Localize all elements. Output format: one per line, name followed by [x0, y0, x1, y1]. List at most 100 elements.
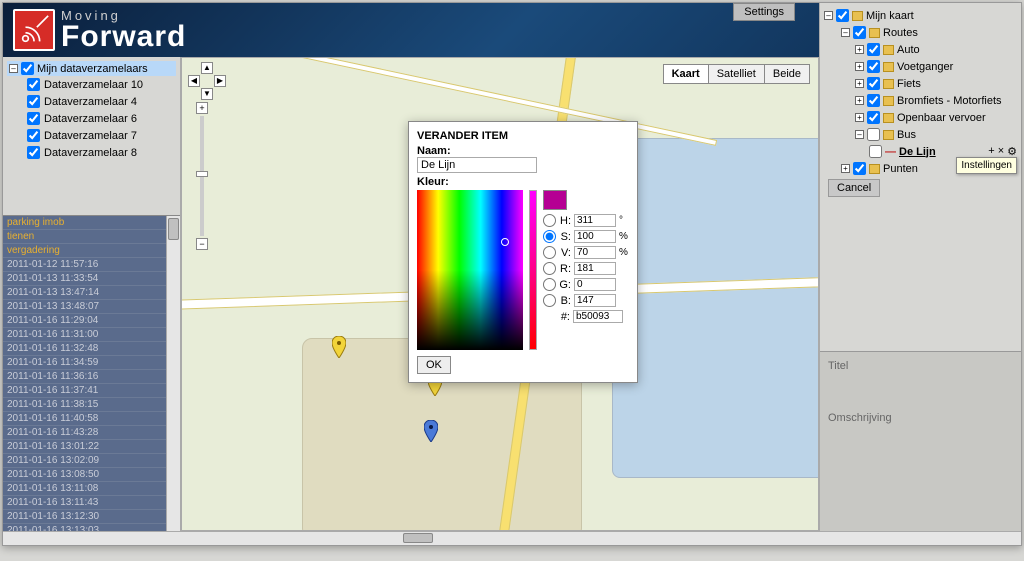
- spectrum-cursor-icon: [501, 238, 509, 246]
- input-b[interactable]: [574, 294, 616, 307]
- horizontal-scrollbar[interactable]: [3, 531, 1021, 545]
- collector-item[interactable]: Dataverzamelaar 7: [7, 127, 176, 144]
- map-type-kaart[interactable]: Kaart: [663, 64, 709, 84]
- trip-row[interactable]: 2011-01-12 11:57:16: [3, 258, 180, 272]
- map-pan-control: ▲ ▼ ◀ ▶: [188, 62, 226, 100]
- collector-item[interactable]: Dataverzamelaar 4: [7, 93, 176, 110]
- ok-button[interactable]: OK: [417, 356, 451, 374]
- map-type-satelliet[interactable]: Satelliet: [708, 64, 765, 84]
- input-r[interactable]: [574, 262, 616, 275]
- trip-row[interactable]: 2011-01-16 13:11:43: [3, 496, 180, 510]
- detail-panel: Titel Omschrijving: [820, 351, 1021, 531]
- trip-row[interactable]: 2011-01-16 11:36:16: [3, 370, 180, 384]
- trip-row[interactable]: 2011-01-13 13:47:14: [3, 286, 180, 300]
- zoom-out-button[interactable]: −: [196, 238, 208, 250]
- radio-b[interactable]: [543, 294, 556, 307]
- trip-row[interactable]: 2011-01-16 13:11:08: [3, 482, 180, 496]
- trip-row[interactable]: 2011-01-13 13:48:07: [3, 300, 180, 314]
- map-marker[interactable]: [332, 336, 346, 358]
- folder-icon: [883, 96, 894, 106]
- layer-routes[interactable]: –Routes: [824, 24, 1017, 41]
- detail-desc-label: Omschrijving: [828, 412, 1013, 424]
- radio-g[interactable]: [543, 278, 556, 291]
- trips-list: parking imobtienenvergadering2011-01-12 …: [3, 215, 180, 531]
- layer-root[interactable]: –Mijn kaart: [824, 7, 1017, 24]
- layer-bus[interactable]: –Bus: [824, 126, 1017, 143]
- input-hex[interactable]: [573, 310, 623, 323]
- settings-button[interactable]: Settings: [733, 3, 795, 21]
- expand-icon[interactable]: +: [855, 62, 864, 71]
- name-input[interactable]: [417, 157, 537, 173]
- folder-icon: [852, 11, 863, 21]
- layer-route-type[interactable]: +Bromfiets - Motorfiets: [824, 92, 1017, 109]
- expand-icon[interactable]: +: [855, 45, 864, 54]
- instellingen-tooltip: Instellingen: [956, 157, 1017, 174]
- input-h[interactable]: [574, 214, 616, 227]
- expand-icon[interactable]: +: [855, 79, 864, 88]
- pan-right-button[interactable]: ▶: [214, 75, 226, 87]
- root-checkbox[interactable]: [21, 62, 34, 75]
- trip-row[interactable]: 2011-01-16 13:01:22: [3, 440, 180, 454]
- input-g[interactable]: [574, 278, 616, 291]
- trip-row[interactable]: parking imob: [3, 216, 180, 230]
- radio-v[interactable]: [543, 246, 556, 259]
- map-zoom-control: + −: [196, 102, 208, 250]
- map-marker-active[interactable]: [424, 420, 438, 442]
- expand-icon[interactable]: +: [855, 96, 864, 105]
- trip-row[interactable]: 2011-01-16 11:38:15: [3, 398, 180, 412]
- layer-route-type[interactable]: +Openbaar vervoer: [824, 109, 1017, 126]
- map-type-beide[interactable]: Beide: [764, 64, 810, 84]
- right-panel: –Mijn kaart –Routes +Auto+Voetganger+Fie…: [819, 3, 1021, 531]
- name-label: Naam:: [417, 145, 629, 157]
- collector-item[interactable]: Dataverzamelaar 8: [7, 144, 176, 161]
- hue-slider[interactable]: [529, 190, 538, 350]
- trip-row[interactable]: 2011-01-16 11:40:58: [3, 412, 180, 426]
- folder-icon: [883, 79, 894, 89]
- trip-row[interactable]: tienen: [3, 230, 180, 244]
- left-panel: – Mijn dataverzamelaars Dataverzamelaar …: [3, 57, 181, 531]
- pan-left-button[interactable]: ◀: [188, 75, 200, 87]
- collector-item[interactable]: Dataverzamelaar 6: [7, 110, 176, 127]
- trip-row[interactable]: 2011-01-16 13:02:09: [3, 454, 180, 468]
- trip-row[interactable]: 2011-01-16 13:08:50: [3, 468, 180, 482]
- zoom-in-button[interactable]: +: [196, 102, 208, 114]
- layer-route-type[interactable]: +Voetganger: [824, 58, 1017, 75]
- radio-r[interactable]: [543, 262, 556, 275]
- dialog-title: VERANDER ITEM: [417, 130, 629, 142]
- pan-down-button[interactable]: ▼: [201, 88, 213, 100]
- trip-row[interactable]: vergadering: [3, 244, 180, 258]
- input-v[interactable]: [574, 246, 616, 259]
- radio-s[interactable]: [543, 230, 556, 243]
- radio-h[interactable]: [543, 214, 556, 227]
- cancel-button[interactable]: Cancel: [828, 179, 880, 197]
- collector-tree-root[interactable]: – Mijn dataverzamelaars: [7, 61, 176, 76]
- folder-icon: [883, 113, 894, 123]
- layer-route-type[interactable]: +Fiets: [824, 75, 1017, 92]
- input-s[interactable]: [574, 230, 616, 243]
- brand: Moving Forward: [61, 9, 186, 52]
- trip-row[interactable]: 2011-01-16 13:13:03: [3, 524, 180, 531]
- trip-row[interactable]: 2011-01-13 11:33:54: [3, 272, 180, 286]
- layer-route-type[interactable]: +Auto: [824, 41, 1017, 58]
- edit-item-dialog: VERANDER ITEM Naam: Kleur: H:° S:% V:% R…: [408, 121, 638, 383]
- trip-row[interactable]: 2011-01-16 11:29:04: [3, 314, 180, 328]
- trip-row[interactable]: 2011-01-16 11:32:48: [3, 342, 180, 356]
- trip-row[interactable]: 2011-01-16 11:34:59: [3, 356, 180, 370]
- logo-icon: [13, 9, 55, 51]
- folder-icon: [883, 45, 894, 55]
- pan-up-button[interactable]: ▲: [201, 62, 213, 74]
- collapse-icon[interactable]: –: [9, 64, 18, 73]
- route-icon: —: [885, 146, 896, 158]
- trips-scrollbar[interactable]: [166, 216, 180, 531]
- trip-row[interactable]: 2011-01-16 11:43:28: [3, 426, 180, 440]
- expand-icon[interactable]: +: [855, 113, 864, 122]
- map-type-switch: Kaart Satelliet Beide: [664, 64, 810, 84]
- root-label: Mijn dataverzamelaars: [37, 63, 148, 75]
- folder-icon: [883, 130, 894, 140]
- zoom-slider[interactable]: [200, 116, 204, 236]
- trip-row[interactable]: 2011-01-16 13:12:30: [3, 510, 180, 524]
- trip-row[interactable]: 2011-01-16 11:31:00: [3, 328, 180, 342]
- color-spectrum[interactable]: [417, 190, 523, 350]
- collector-item[interactable]: Dataverzamelaar 10: [7, 76, 176, 93]
- trip-row[interactable]: 2011-01-16 11:37:41: [3, 384, 180, 398]
